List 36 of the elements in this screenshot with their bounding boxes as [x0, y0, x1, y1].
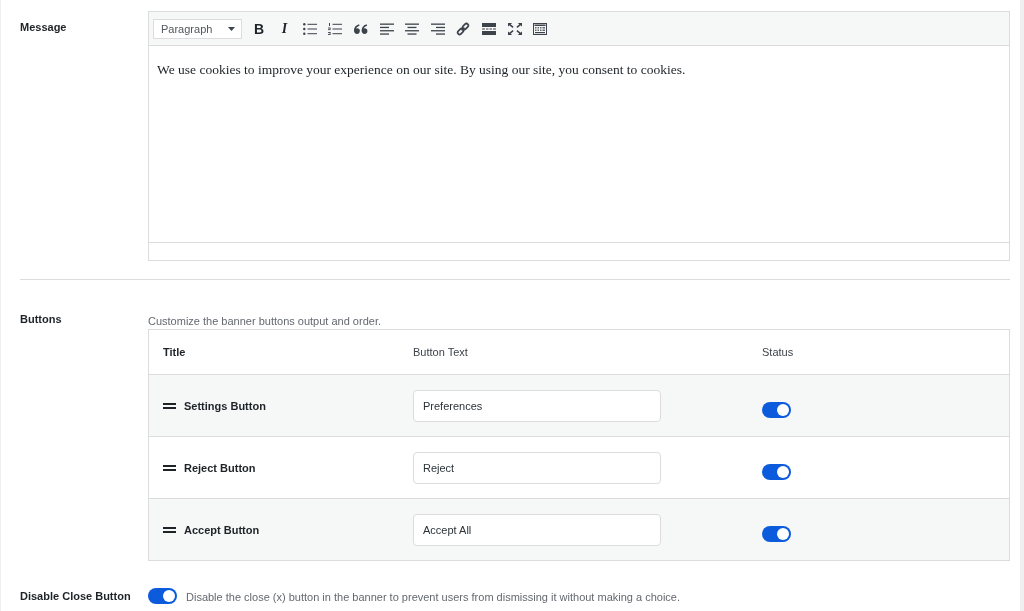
message-text: We use cookies to improve your experience on our site. By using our site, you consent to cookies. [157, 61, 686, 78]
column-header: Title [163, 346, 186, 358]
italic-button[interactable]: I [277, 21, 292, 36]
expand-arrows-icon[interactable] [507, 22, 522, 35]
field-label: Message [20, 20, 67, 34]
button-text-field[interactable]: Accept All [413, 513, 661, 546]
row-title: Accept Button [184, 523, 260, 536]
numbered-list-icon[interactable] [328, 22, 343, 35]
toggle-switch[interactable] [762, 525, 791, 542]
column-header: Status [762, 346, 794, 358]
field-description: Customize the banner buttons output and order. [148, 314, 381, 328]
toggle-switch[interactable] [762, 401, 791, 418]
align-left-icon[interactable] [379, 22, 394, 35]
quote-icon[interactable] [353, 23, 368, 34]
align-right-icon[interactable] [430, 22, 445, 35]
link-icon[interactable] [456, 21, 471, 36]
caret-icon [228, 26, 235, 31]
field-label: Buttons [20, 312, 62, 326]
field-description: Disable the close (x) button in the banner to prevent users from dismissing it without making a choice. [186, 590, 681, 604]
format-dropdown[interactable]: Paragraph [153, 18, 242, 39]
button-text-field[interactable]: Preferences [413, 389, 661, 422]
grip-lines-icon[interactable] [163, 526, 176, 533]
row-title: Settings Button [184, 399, 266, 412]
grip-lines-icon[interactable] [163, 464, 176, 471]
keyboard-icon[interactable] [533, 22, 548, 35]
column-header: Button Text [413, 346, 468, 358]
toggle-switch[interactable] [762, 463, 791, 480]
bold-button[interactable]: B [252, 21, 267, 36]
button-text-field[interactable]: Reject [413, 451, 661, 484]
align-center-icon[interactable] [405, 22, 420, 35]
field-label: Disable Close Button [20, 589, 131, 603]
grip-lines-icon[interactable] [163, 402, 176, 409]
bulleted-list-icon[interactable] [302, 22, 317, 35]
horizontal-rule-icon[interactable] [481, 22, 496, 35]
row-title: Reject Button [184, 461, 256, 474]
toggle-switch[interactable] [148, 588, 177, 604]
